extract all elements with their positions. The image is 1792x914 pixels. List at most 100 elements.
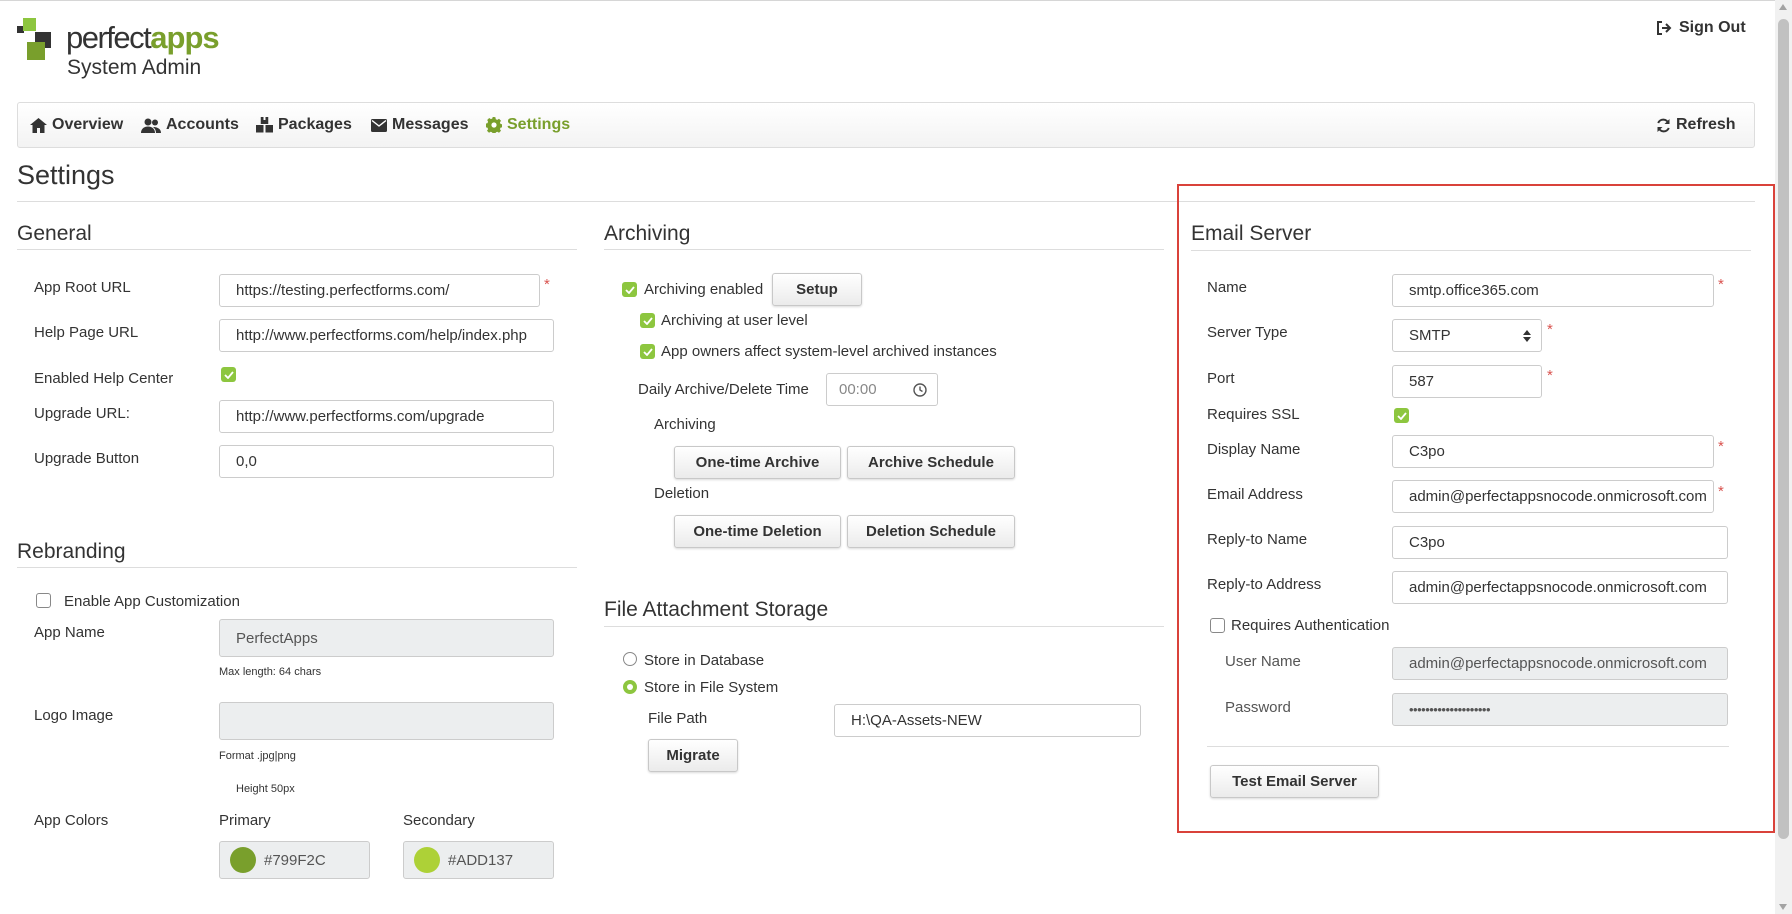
scroll-up-arrow-icon[interactable] (1779, 4, 1787, 10)
rebranding-divider (17, 567, 577, 568)
scroll-thumb[interactable] (1778, 19, 1789, 839)
page-scrollbar[interactable] (1775, 0, 1792, 914)
email-address-label: Email Address (1207, 486, 1303, 503)
password-label: Password (1225, 699, 1291, 716)
help-page-url-label: Help Page URL (34, 324, 139, 341)
top-border (0, 0, 1775, 1)
email-server-footer-divider (1207, 746, 1729, 747)
primary-color-value: #799F2C (264, 851, 326, 869)
brand-name: perfectapps (66, 20, 220, 56)
app-owners-label: App owners affect system-level archived … (661, 343, 997, 360)
nav-messages[interactable]: Messages (371, 116, 469, 134)
logo-format-hint: Format .jpg|png (219, 750, 296, 762)
server-type-select[interactable]: SMTP (1392, 319, 1542, 352)
refresh-label: Refresh (1676, 116, 1736, 133)
checkmark-icon (642, 347, 653, 356)
display-name-input[interactable]: C3po (1392, 435, 1714, 468)
requires-authentication-checkbox[interactable] (1210, 618, 1225, 633)
port-label: Port (1207, 370, 1235, 387)
reply-to-name-label: Reply-to Name (1207, 531, 1308, 548)
daily-time-input[interactable]: 00:00 (826, 373, 938, 406)
sign-out-label: Sign Out (1679, 19, 1746, 36)
store-in-file-system-radio[interactable] (623, 680, 637, 694)
main-navbar: Overview Accounts Packages Messages Sett… (17, 102, 1755, 148)
page-title: Settings (17, 160, 115, 190)
enabled-help-center-checkbox[interactable] (221, 367, 236, 382)
app-name-hint: Max length: 64 chars (219, 666, 322, 678)
required-marker: * (544, 276, 550, 293)
enable-app-customization-checkbox[interactable] (36, 593, 51, 608)
app-colors-label: App Colors (34, 812, 109, 829)
nav-packages[interactable]: Packages (256, 116, 352, 134)
refresh-button[interactable]: Refresh (1656, 116, 1736, 134)
checkmark-icon (1396, 411, 1407, 420)
reply-to-name-input[interactable]: C3po (1392, 526, 1728, 559)
upgrade-url-label: Upgrade URL: (34, 405, 130, 422)
file-path-input[interactable]: H:\QA-Assets-NEW (834, 704, 1141, 737)
nav-overview[interactable]: Overview (30, 116, 123, 134)
archive-schedule-button[interactable]: Archive Schedule (847, 446, 1015, 479)
logo-image-label: Logo Image (34, 707, 114, 724)
general-section-title: General (17, 222, 92, 245)
primary-color-picker[interactable]: #799F2C (219, 841, 370, 879)
required-marker: * (1718, 438, 1724, 455)
logo-image-input[interactable] (219, 702, 554, 740)
scroll-down-arrow-icon[interactable] (1779, 904, 1787, 910)
nav-messages-label: Messages (392, 116, 469, 133)
store-in-database-radio[interactable] (623, 652, 637, 666)
checkmark-icon (642, 316, 653, 325)
app-owners-checkbox[interactable] (640, 344, 655, 359)
user-name-label: User Name (1225, 653, 1301, 670)
test-email-server-button[interactable]: Test Email Server (1210, 765, 1379, 798)
requires-authentication-label: Requires Authentication (1231, 617, 1390, 634)
deletion-schedule-button[interactable]: Deletion Schedule (847, 515, 1015, 548)
archiving-user-level-checkbox[interactable] (640, 313, 655, 328)
secondary-color-swatch (414, 847, 440, 873)
packages-icon (256, 117, 273, 133)
checkmark-icon (624, 285, 635, 294)
required-marker: * (1547, 367, 1553, 384)
upgrade-url-input[interactable]: http://www.perfectforms.com/upgrade (219, 400, 554, 433)
one-time-archive-button[interactable]: One-time Archive (674, 446, 841, 479)
archiving-enabled-checkbox[interactable] (622, 282, 637, 297)
nav-settings[interactable]: Settings (486, 116, 570, 134)
archiving-divider (604, 249, 1164, 250)
server-type-value: SMTP (1409, 327, 1451, 344)
email-name-label: Name (1207, 279, 1248, 296)
help-page-url-input[interactable]: http://www.perfectforms.com/help/index.p… (219, 319, 554, 352)
email-name-input[interactable]: smtp.office365.com (1392, 274, 1714, 307)
app-name-label: App Name (34, 624, 105, 641)
upgrade-button-label: Upgrade Button (34, 450, 140, 467)
app-root-url-input[interactable]: https://testing.perfectforms.com/ (219, 274, 540, 307)
setup-button[interactable]: Setup (772, 273, 862, 306)
archiving-enabled-label: Archiving enabled (644, 281, 764, 298)
store-in-file-system-label: Store in File System (644, 679, 779, 696)
app-root-url-label: App Root URL (34, 279, 131, 296)
nav-accounts[interactable]: Accounts (141, 116, 239, 134)
email-address-input[interactable]: admin@perfectappsnocode.onmicrosoft.com (1392, 480, 1714, 513)
migrate-button[interactable]: Migrate (648, 739, 738, 772)
checkmark-icon (223, 370, 234, 379)
daily-time-value: 00:00 (839, 381, 877, 398)
archiving-sub-label: Archiving (654, 416, 716, 433)
password-input[interactable]: •••••••••••••••••••• (1392, 693, 1728, 726)
server-type-label: Server Type (1207, 324, 1288, 341)
one-time-deletion-button[interactable]: One-time Deletion (674, 515, 841, 548)
sign-out-button[interactable]: Sign Out (1656, 19, 1746, 37)
reply-to-address-input[interactable]: admin@perfectappsnocode.onmicrosoft.com (1392, 571, 1728, 604)
home-icon (30, 117, 47, 133)
brand-right: apps (150, 20, 219, 55)
port-input[interactable]: 587 (1392, 365, 1542, 398)
archiving-section-title: Archiving (604, 222, 691, 245)
user-name-input[interactable]: admin@perfectappsnocode.onmicrosoft.com (1392, 647, 1728, 680)
app-name-input[interactable]: PerfectApps (219, 619, 554, 657)
nav-accounts-label: Accounts (166, 116, 239, 133)
secondary-color-picker[interactable]: #ADD137 (403, 841, 554, 879)
primary-color-label: Primary (219, 812, 271, 829)
requires-ssl-checkbox[interactable] (1394, 408, 1409, 423)
nav-overview-label: Overview (52, 116, 124, 133)
required-marker: * (1547, 321, 1553, 338)
upgrade-button-input[interactable]: 0,0 (219, 445, 554, 478)
app-subtitle: System Admin (67, 56, 202, 79)
clock-icon (913, 383, 927, 397)
